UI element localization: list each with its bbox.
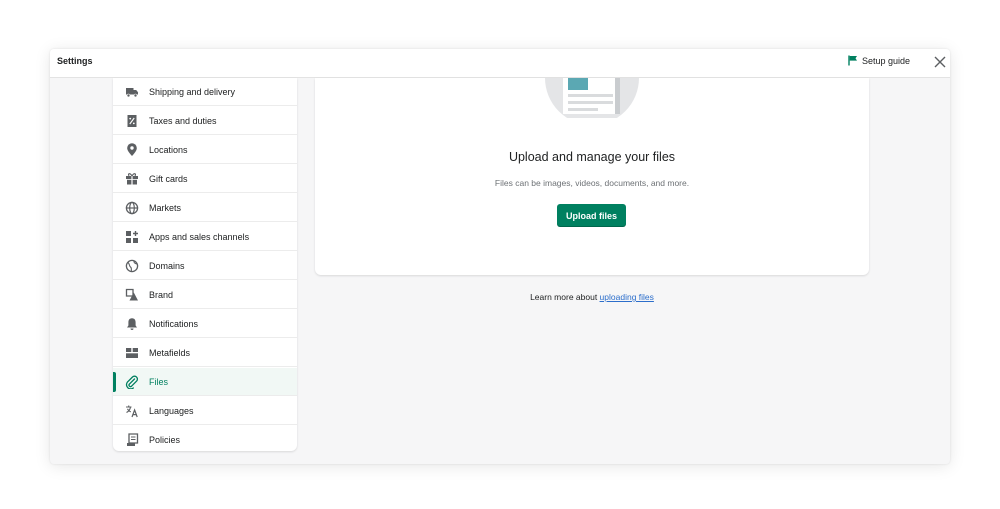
sidebar-item-label: Domains bbox=[149, 260, 185, 271]
sidebar-item-label: Metafields bbox=[149, 347, 191, 358]
sidebar-item-label: Shipping and delivery bbox=[149, 86, 236, 97]
metafields-icon bbox=[125, 346, 139, 360]
setup-guide-label: Setup guide bbox=[861, 55, 910, 66]
bell-icon bbox=[125, 317, 139, 331]
sidebar-item-taxes-and-duties[interactable]: Taxes and duties bbox=[113, 107, 297, 135]
sidebar-item-apps-and-sales-channels[interactable]: Apps and sales channels bbox=[113, 223, 297, 251]
sidebar-item-policies[interactable]: Policies bbox=[113, 426, 297, 454]
brand-icon bbox=[125, 288, 139, 302]
paperclip-icon bbox=[125, 375, 139, 389]
translate-icon bbox=[125, 404, 139, 418]
close-icon[interactable] bbox=[932, 54, 948, 70]
upload-files-button[interactable]: Upload files bbox=[557, 204, 626, 227]
learn-more-prefix: Learn more about bbox=[530, 292, 600, 302]
title-bar: Settings Setup guide bbox=[50, 49, 950, 78]
sidebar-item-languages[interactable]: Languages bbox=[113, 397, 297, 425]
settings-window: Settings Setup guide Shipping and delive… bbox=[50, 49, 950, 464]
window-title: Settings bbox=[57, 56, 93, 66]
sidebar-item-label: Locations bbox=[149, 144, 188, 155]
sidebar-item-label: Gift cards bbox=[149, 173, 188, 184]
flag-icon bbox=[848, 55, 858, 66]
sidebar-item-gift-cards[interactable]: Gift cards bbox=[113, 165, 297, 193]
sidebar-item-shipping-and-delivery[interactable]: Shipping and delivery bbox=[113, 78, 297, 106]
tax-receipt-icon bbox=[125, 114, 139, 128]
sidebar-item-notifications[interactable]: Notifications bbox=[113, 310, 297, 338]
sidebar-item-files[interactable]: Files bbox=[113, 368, 297, 396]
sidebar-item-label: Policies bbox=[149, 435, 181, 445]
apps-icon bbox=[125, 230, 139, 244]
truck-icon bbox=[125, 85, 139, 99]
sidebar-item-domains[interactable]: Domains bbox=[113, 252, 297, 280]
setup-guide-button[interactable]: Setup guide bbox=[848, 55, 910, 66]
file-illustration bbox=[545, 74, 639, 125]
sidebar-item-label: Apps and sales channels bbox=[149, 231, 250, 242]
uploading-files-link[interactable]: uploading files bbox=[600, 292, 654, 302]
learn-more-text: Learn more about uploading files bbox=[315, 292, 869, 302]
sidebar-item-label: Brand bbox=[149, 289, 174, 300]
settings-sidebar: Shipping and delivery Taxes and duties L… bbox=[113, 78, 297, 451]
domain-globe-icon bbox=[125, 259, 139, 273]
sidebar-item-label: Languages bbox=[149, 405, 194, 416]
sidebar-item-label: Taxes and duties bbox=[149, 115, 217, 126]
sidebar-item-metafields[interactable]: Metafields bbox=[113, 339, 297, 367]
sidebar-item-label: Notifications bbox=[149, 318, 199, 329]
empty-state-description: Files can be images, videos, documents, … bbox=[494, 178, 690, 188]
globe-icon bbox=[125, 201, 139, 215]
policy-document-icon bbox=[125, 433, 139, 447]
location-pin-icon bbox=[125, 142, 139, 157]
empty-state-heading: Upload and manage your files bbox=[508, 150, 676, 164]
files-empty-state-card: Upload and manage your files Files can b… bbox=[315, 74, 869, 275]
sidebar-item-brand[interactable]: Brand bbox=[113, 281, 297, 309]
sidebar-item-label: Files bbox=[149, 376, 169, 387]
sidebar-item-markets[interactable]: Markets bbox=[113, 194, 297, 222]
gift-icon bbox=[125, 172, 139, 186]
sidebar-item-locations[interactable]: Locations bbox=[113, 136, 297, 164]
sidebar-item-label: Markets bbox=[149, 202, 182, 213]
